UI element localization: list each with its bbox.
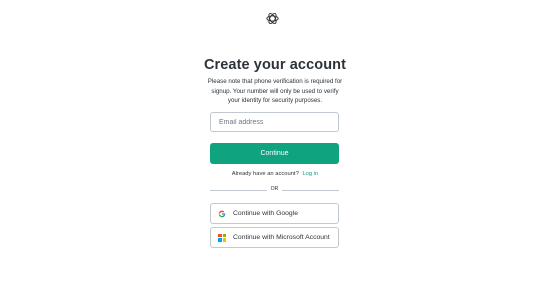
login-prompt-text: Already have an account? xyxy=(231,171,299,177)
divider-text: OR xyxy=(270,186,279,192)
email-field[interactable] xyxy=(210,112,339,132)
microsoft-icon xyxy=(218,233,226,242)
divider-line-right xyxy=(282,190,339,191)
continue-button[interactable]: Continue xyxy=(210,143,339,164)
continue-with-microsoft-button[interactable]: Continue with Microsoft Account xyxy=(210,227,339,248)
login-prompt-row: Already have an account? Log in xyxy=(0,171,550,177)
or-divider: OR xyxy=(210,186,339,193)
microsoft-button-label: Continue with Microsoft Account xyxy=(233,234,330,241)
google-icon xyxy=(218,210,226,217)
signup-page: Create your account Please note that pho… xyxy=(0,0,550,300)
page-title: Create your account xyxy=(203,57,347,73)
login-link[interactable]: Log in xyxy=(302,171,318,177)
phone-verification-note: Please note that phone verification is r… xyxy=(207,78,343,104)
openai-logo-icon xyxy=(266,12,279,25)
continue-with-google-button[interactable]: Continue with Google xyxy=(210,203,339,224)
google-button-label: Continue with Google xyxy=(233,210,298,217)
